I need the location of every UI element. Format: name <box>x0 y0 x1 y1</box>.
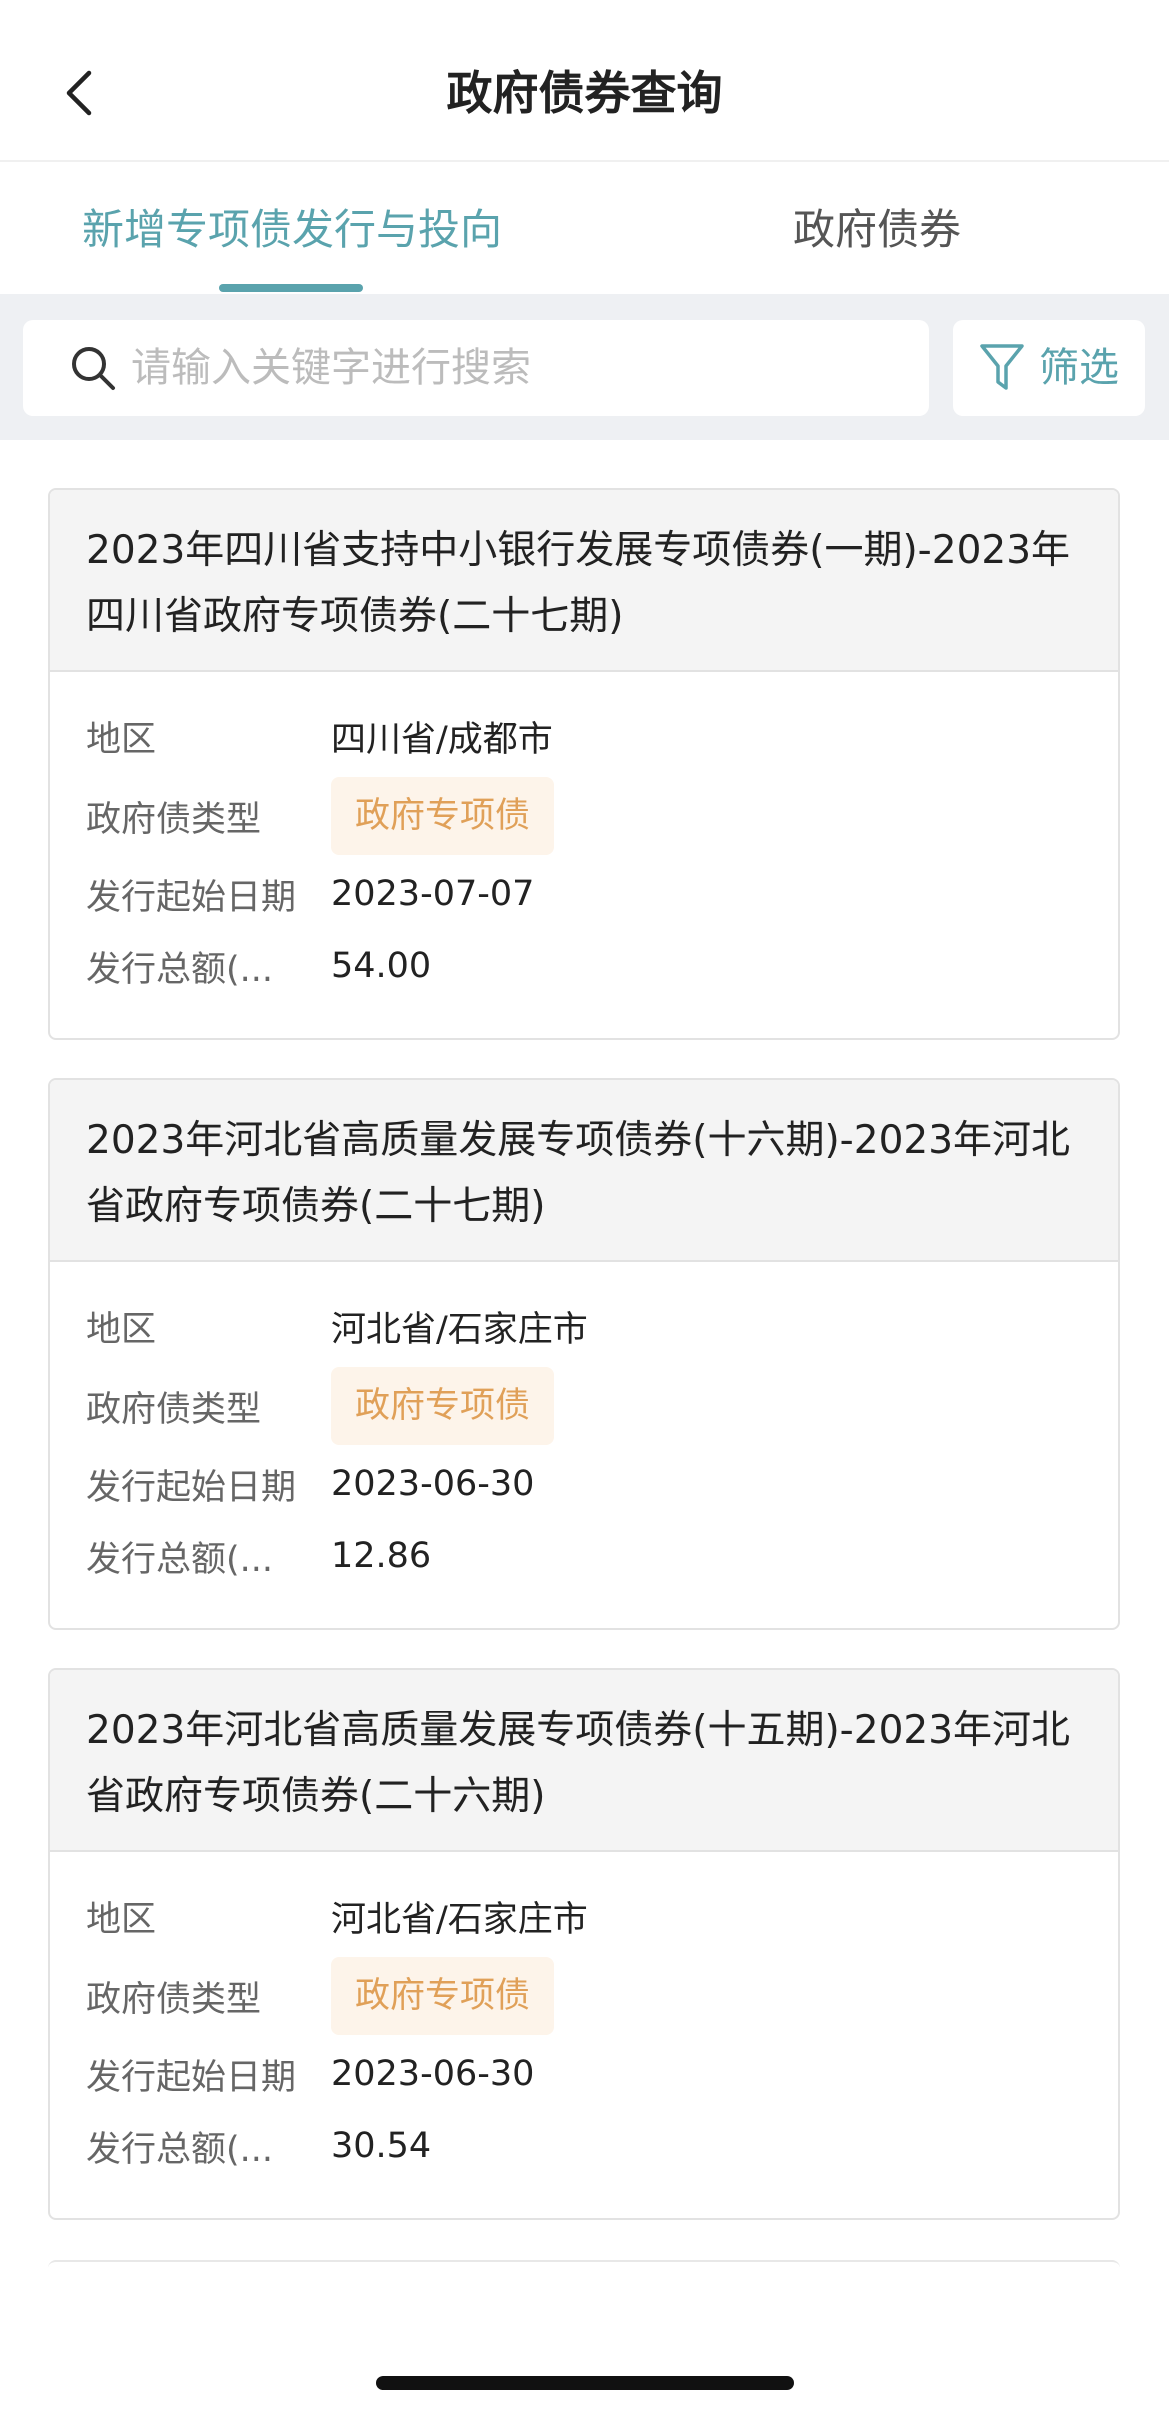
amount-row: 发行总额(... 12.86 <box>86 1526 431 1586</box>
amount-label: 发行总额(... <box>86 2129 274 2170</box>
region-value: 河北省/石家庄市 <box>331 1309 588 1350</box>
region-label: 地区 <box>86 719 157 760</box>
amount-value: 30.54 <box>331 2126 432 2166</box>
amount-value: 54.00 <box>331 946 432 986</box>
bond-type-row: 政府债类型 政府专项债 <box>86 1957 555 2035</box>
issue-date-value: 2023-06-30 <box>331 2054 535 2094</box>
amount-label: 发行总额(... <box>86 949 274 990</box>
funnel-icon <box>980 344 1024 390</box>
issue-date-label: 发行起始日期 <box>86 1467 297 1508</box>
tab-new-special-bonds[interactable]: 新增专项债发行与投向 <box>82 200 502 260</box>
home-indicator[interactable] <box>376 2376 794 2390</box>
tab-government-bonds[interactable]: 政府债券 <box>793 200 961 260</box>
issue-date-row: 发行起始日期 2023-07-07 <box>86 864 534 924</box>
amount-value: 12.86 <box>331 1536 432 1576</box>
page-title: 政府债券查询 <box>446 66 723 120</box>
bond-title: 2023年河北省高质量发展专项债券(十五期)-2023年河北省政府专项债券(二十… <box>86 1708 1071 1819</box>
search-icon <box>72 347 115 390</box>
filter-button[interactable]: 筛选 <box>953 320 1145 416</box>
region-row: 地区 河北省/石家庄市 <box>86 1886 588 1946</box>
issue-date-value: 2023-06-30 <box>331 1464 535 1504</box>
bond-card-header: 2023年河北省高质量发展专项债券(十六期)-2023年河北省政府专项债券(二十… <box>50 1080 1118 1262</box>
bond-type-label: 政府债类型 <box>86 799 262 840</box>
nav-bar: 政府债券查询 <box>0 0 1169 162</box>
page: 政府债券查询 新增专项债发行与投向 政府债券 筛选 2023年四川省支持中小银行… <box>0 0 1169 2416</box>
bond-type-row: 政府债类型 政府专项债 <box>86 777 555 855</box>
amount-row: 发行总额(... 30.54 <box>86 2116 431 2176</box>
bond-type-label: 政府债类型 <box>86 1979 262 2020</box>
bond-card[interactable]: 2023年河北省高质量发展专项债券(十六期)-2023年河北省政府专项债券(二十… <box>48 1078 1120 1630</box>
issue-date-row: 发行起始日期 2023-06-30 <box>86 1454 534 1514</box>
active-tab-indicator <box>219 284 363 292</box>
bond-card[interactable]: 2023年河北省高质量发展专项债券(十五期)-2023年河北省政府专项债券(二十… <box>48 1668 1120 2220</box>
issue-date-value: 2023-07-07 <box>331 874 535 914</box>
bond-card[interactable]: 2023年四川省支持中小银行发展专项债券(一期)-2023年四川省政府专项债券(… <box>48 488 1120 1040</box>
tab-bar: 新增专项债发行与投向 政府债券 <box>0 164 1169 294</box>
issue-date-label: 发行起始日期 <box>86 877 297 918</box>
filter-label: 筛选 <box>1039 345 1119 391</box>
bond-type-tag: 政府专项债 <box>331 1957 555 2035</box>
bond-type-label: 政府债类型 <box>86 1389 262 1430</box>
issue-date-row: 发行起始日期 2023-06-30 <box>86 2044 534 2104</box>
region-row: 地区 四川省/成都市 <box>86 706 553 766</box>
bond-card-header: 2023年四川省支持中小银行发展专项债券(一期)-2023年四川省政府专项债券(… <box>50 490 1118 672</box>
search-box[interactable] <box>23 320 929 416</box>
bond-type-tag: 政府专项债 <box>331 777 555 855</box>
bond-type-row: 政府债类型 政府专项债 <box>86 1367 555 1445</box>
search-input[interactable] <box>131 338 891 398</box>
bond-title: 2023年河北省高质量发展专项债券(十六期)-2023年河北省政府专项债券(二十… <box>86 1118 1071 1229</box>
amount-label: 发行总额(... <box>86 1539 274 1580</box>
region-label: 地区 <box>86 1309 157 1350</box>
region-row: 地区 河北省/石家庄市 <box>86 1296 588 1356</box>
region-value: 河北省/石家庄市 <box>331 1899 588 1940</box>
amount-row: 发行总额(... 54.00 <box>86 936 431 996</box>
bond-card-header: 2023年河北省高质量发展专项债券(十五期)-2023年河北省政府专项债券(二十… <box>50 1670 1118 1852</box>
next-card-peek <box>48 2260 1120 2300</box>
bond-type-tag: 政府专项债 <box>331 1367 555 1445</box>
region-label: 地区 <box>86 1899 157 1940</box>
issue-date-label: 发行起始日期 <box>86 2057 297 2098</box>
region-value: 四川省/成都市 <box>331 719 553 760</box>
search-bar-area: 筛选 <box>0 294 1169 440</box>
bond-title: 2023年四川省支持中小银行发展专项债券(一期)-2023年四川省政府专项债券(… <box>86 528 1071 639</box>
